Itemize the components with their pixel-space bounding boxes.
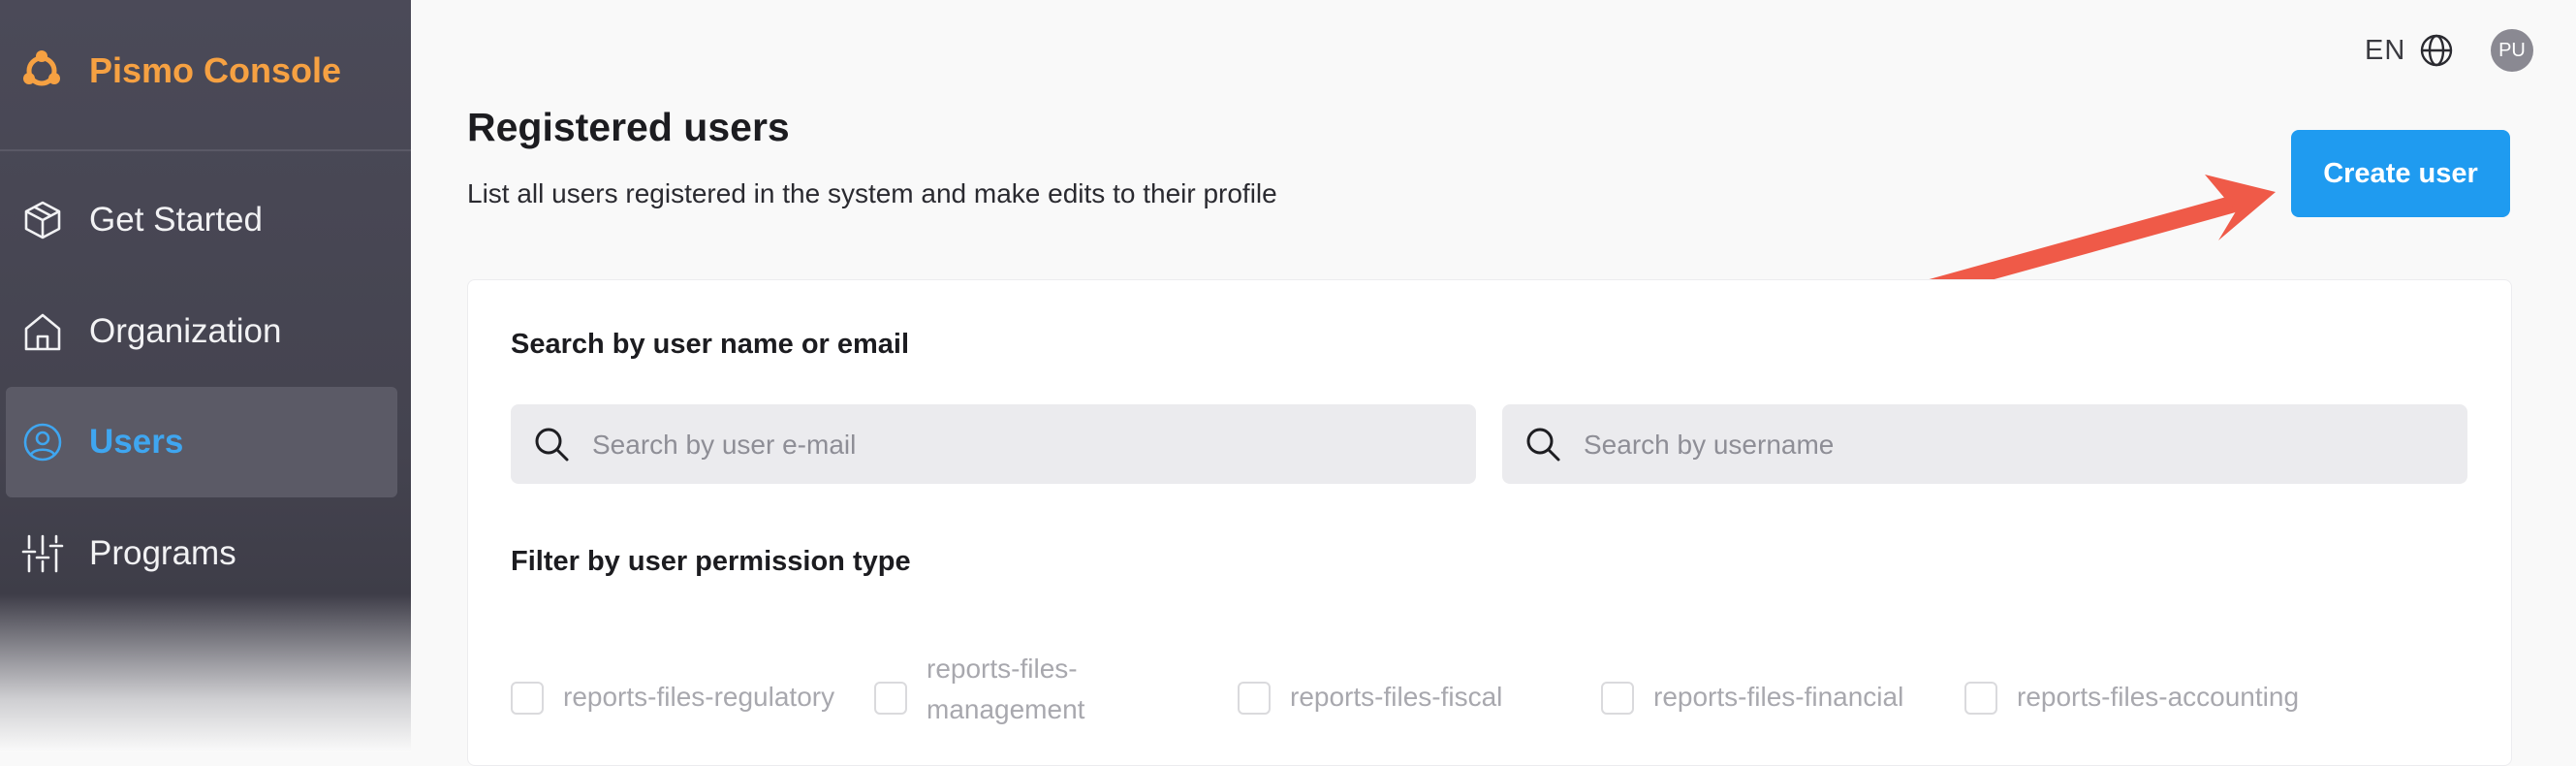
sidebar-item-users[interactable]: Users bbox=[6, 387, 397, 497]
email-search-field[interactable] bbox=[511, 404, 1476, 486]
search-icon bbox=[1526, 428, 1560, 462]
user-circle-icon bbox=[23, 423, 62, 462]
language-code: EN bbox=[2365, 34, 2406, 66]
filter-section-label: Filter by user permission type bbox=[511, 546, 911, 577]
create-user-button[interactable]: Create user bbox=[2291, 130, 2510, 217]
email-search-input[interactable] bbox=[590, 404, 1447, 486]
users-filter-card: Search by user name or email Filter by u… bbox=[467, 279, 2512, 766]
permission-checkbox[interactable] bbox=[511, 682, 544, 715]
avatar[interactable]: PU bbox=[2491, 29, 2533, 72]
sidebar-item-label: Users bbox=[89, 423, 184, 461]
permission-filter-list: reports-files-regulatory reports-files-m… bbox=[511, 649, 2488, 746]
username-search-input[interactable] bbox=[1582, 404, 2438, 486]
brand-header: Pismo Console bbox=[0, 0, 411, 151]
permission-checkbox[interactable] bbox=[1964, 682, 1997, 715]
permission-checkbox[interactable] bbox=[1238, 682, 1271, 715]
sidebar-item-label: Programs bbox=[89, 534, 236, 572]
language-selector[interactable]: EN bbox=[2365, 31, 2454, 70]
sidebar-item-get-started[interactable]: Get Started bbox=[6, 165, 397, 275]
page-subtitle: List all users registered in the system … bbox=[467, 178, 1277, 208]
home-icon bbox=[24, 313, 61, 351]
sliders-icon bbox=[21, 534, 64, 573]
pismo-logo-icon bbox=[23, 50, 60, 86]
permission-label: reports-files-management bbox=[927, 654, 1085, 724]
permission-checkbox[interactable] bbox=[1601, 682, 1634, 715]
sidebar-item-label: Get Started bbox=[89, 201, 263, 239]
brand-name: Pismo Console bbox=[89, 50, 342, 90]
search-section-label: Search by user name or email bbox=[511, 329, 910, 360]
page-title: Registered users bbox=[467, 105, 790, 149]
sidebar-item-label: Organization bbox=[89, 312, 282, 350]
permission-label: reports-files-financial bbox=[1653, 682, 1904, 712]
sidebar-item-organization[interactable]: Organization bbox=[6, 276, 397, 387]
permission-label: reports-files-accounting bbox=[2017, 682, 2300, 712]
permission-checkbox[interactable] bbox=[874, 682, 907, 715]
sidebar: Pismo Console Get Started Organization U… bbox=[0, 0, 411, 752]
search-icon bbox=[535, 428, 569, 462]
username-search-field[interactable] bbox=[1502, 404, 2467, 486]
permission-label: reports-files-regulatory bbox=[563, 682, 835, 712]
globe-icon bbox=[2421, 34, 2453, 67]
sidebar-item-programs[interactable]: Programs bbox=[6, 498, 397, 609]
permission-label: reports-files-fiscal bbox=[1290, 682, 1503, 712]
package-icon bbox=[24, 201, 61, 239]
